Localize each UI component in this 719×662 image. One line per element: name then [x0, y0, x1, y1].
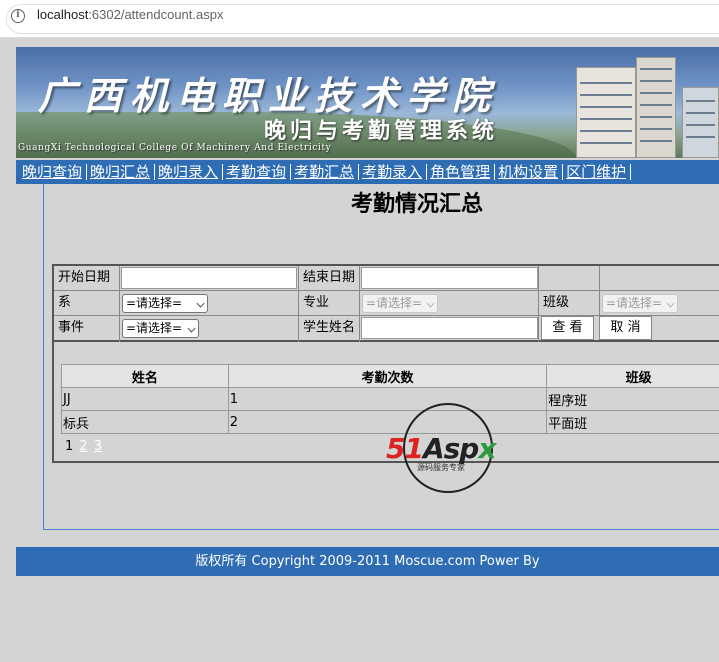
- url-path: :6302/attendcount.aspx: [88, 7, 224, 22]
- nav-late-query[interactable]: 晚归查询: [16, 164, 88, 180]
- cancel-button[interactable]: 取 消: [599, 316, 652, 340]
- nav-role-management[interactable]: 角色管理: [427, 164, 496, 180]
- start-date-field[interactable]: [121, 267, 297, 289]
- major-select[interactable]: =请选择=: [362, 294, 438, 313]
- nav-attendance-entry[interactable]: 考勤录入: [359, 164, 428, 180]
- column-header-class: 班级: [546, 364, 719, 388]
- url-host: localhost: [37, 7, 89, 22]
- column-header-name: 姓名: [61, 364, 229, 388]
- nav-attendance-query[interactable]: 考勤查询: [223, 164, 292, 180]
- event-label: 事件: [54, 316, 120, 342]
- table-header-row: 姓名 考勤次数 班级: [61, 364, 719, 388]
- main-nav: 晚归查询 晚归汇总 晚归录入 考勤查询 考勤汇总 考勤录入 角色管理 机构设置 区门维护: [16, 160, 719, 184]
- dept-select[interactable]: =请选择=: [122, 294, 208, 313]
- banner-tower-image: [636, 57, 676, 158]
- end-date-label: 结束日期: [299, 266, 360, 291]
- table-row: 标兵 2 平面班: [61, 410, 719, 434]
- cell-class: 平面班: [546, 410, 719, 434]
- watermark-logo: 51Aspx: [386, 432, 496, 465]
- info-icon[interactable]: i: [11, 9, 25, 23]
- chevron-down-icon: [196, 299, 205, 308]
- cell-class: 程序班: [546, 387, 719, 411]
- table-row: JJ 1 程序班: [61, 387, 719, 411]
- end-date-field[interactable]: [361, 267, 538, 289]
- nav-late-summary[interactable]: 晚归汇总: [87, 164, 156, 180]
- nav-org-settings[interactable]: 机构设置: [495, 164, 564, 180]
- start-date-label: 开始日期: [54, 266, 120, 291]
- pagination: 1 2 3: [65, 439, 102, 454]
- banner-annex-image: [682, 87, 719, 158]
- footer: 版权所有 Copyright 2009-2011 Moscue.com Powe…: [16, 547, 719, 576]
- cell-count: 2: [227, 410, 548, 434]
- college-name: 广西机电职业技术学院: [38, 73, 499, 118]
- page-link-2[interactable]: 2: [79, 439, 87, 454]
- current-page: 1: [65, 439, 74, 454]
- view-button[interactable]: 查 看: [541, 316, 594, 340]
- watermark-tagline: 源码服务专家: [417, 463, 465, 472]
- nav-attendance-summary[interactable]: 考勤汇总: [291, 164, 360, 180]
- attendance-table: 姓名 考勤次数 班级 JJ 1 程序班 标兵 2 平面班: [61, 364, 719, 434]
- system-name: 晚归与考勤管理系统: [264, 118, 499, 144]
- banner-building-image: [576, 67, 636, 158]
- student-name-label: 学生姓名: [299, 316, 360, 342]
- search-form: 开始日期 结束日期 系 =请选择= 专业 =请选择= 班级 =请选择= 事件 =…: [52, 264, 719, 342]
- cell-name: JJ: [61, 387, 229, 411]
- cell-name: 标兵: [61, 410, 229, 434]
- major-label: 专业: [299, 291, 360, 316]
- site-banner: 广西机电职业技术学院 晚归与考勤管理系统 GuangXi Technologic…: [16, 47, 719, 158]
- cell-count: 1: [227, 387, 548, 411]
- page-title: 考勤情况汇总: [351, 192, 484, 217]
- student-name-field[interactable]: [361, 317, 538, 339]
- column-header-count: 考勤次数: [227, 364, 548, 388]
- nav-late-entry[interactable]: 晚归录入: [155, 164, 224, 180]
- class-label: 班级: [539, 291, 600, 316]
- chevron-down-icon: [426, 299, 435, 308]
- chevron-down-icon: [666, 299, 675, 308]
- nav-gate-maintenance[interactable]: 区门维护: [563, 164, 632, 180]
- chevron-down-icon: [187, 324, 196, 333]
- url-text[interactable]: localhost:6302/attendcount.aspx: [37, 7, 223, 22]
- event-select[interactable]: =请选择=: [122, 319, 199, 338]
- class-select[interactable]: =请选择=: [602, 294, 678, 313]
- dept-label: 系: [54, 291, 120, 316]
- browser-address-bar: i localhost:6302/attendcount.aspx: [0, 0, 719, 38]
- college-english-name: GuangXi Technological College Of Machine…: [18, 143, 332, 153]
- page-link-3[interactable]: 3: [94, 439, 102, 454]
